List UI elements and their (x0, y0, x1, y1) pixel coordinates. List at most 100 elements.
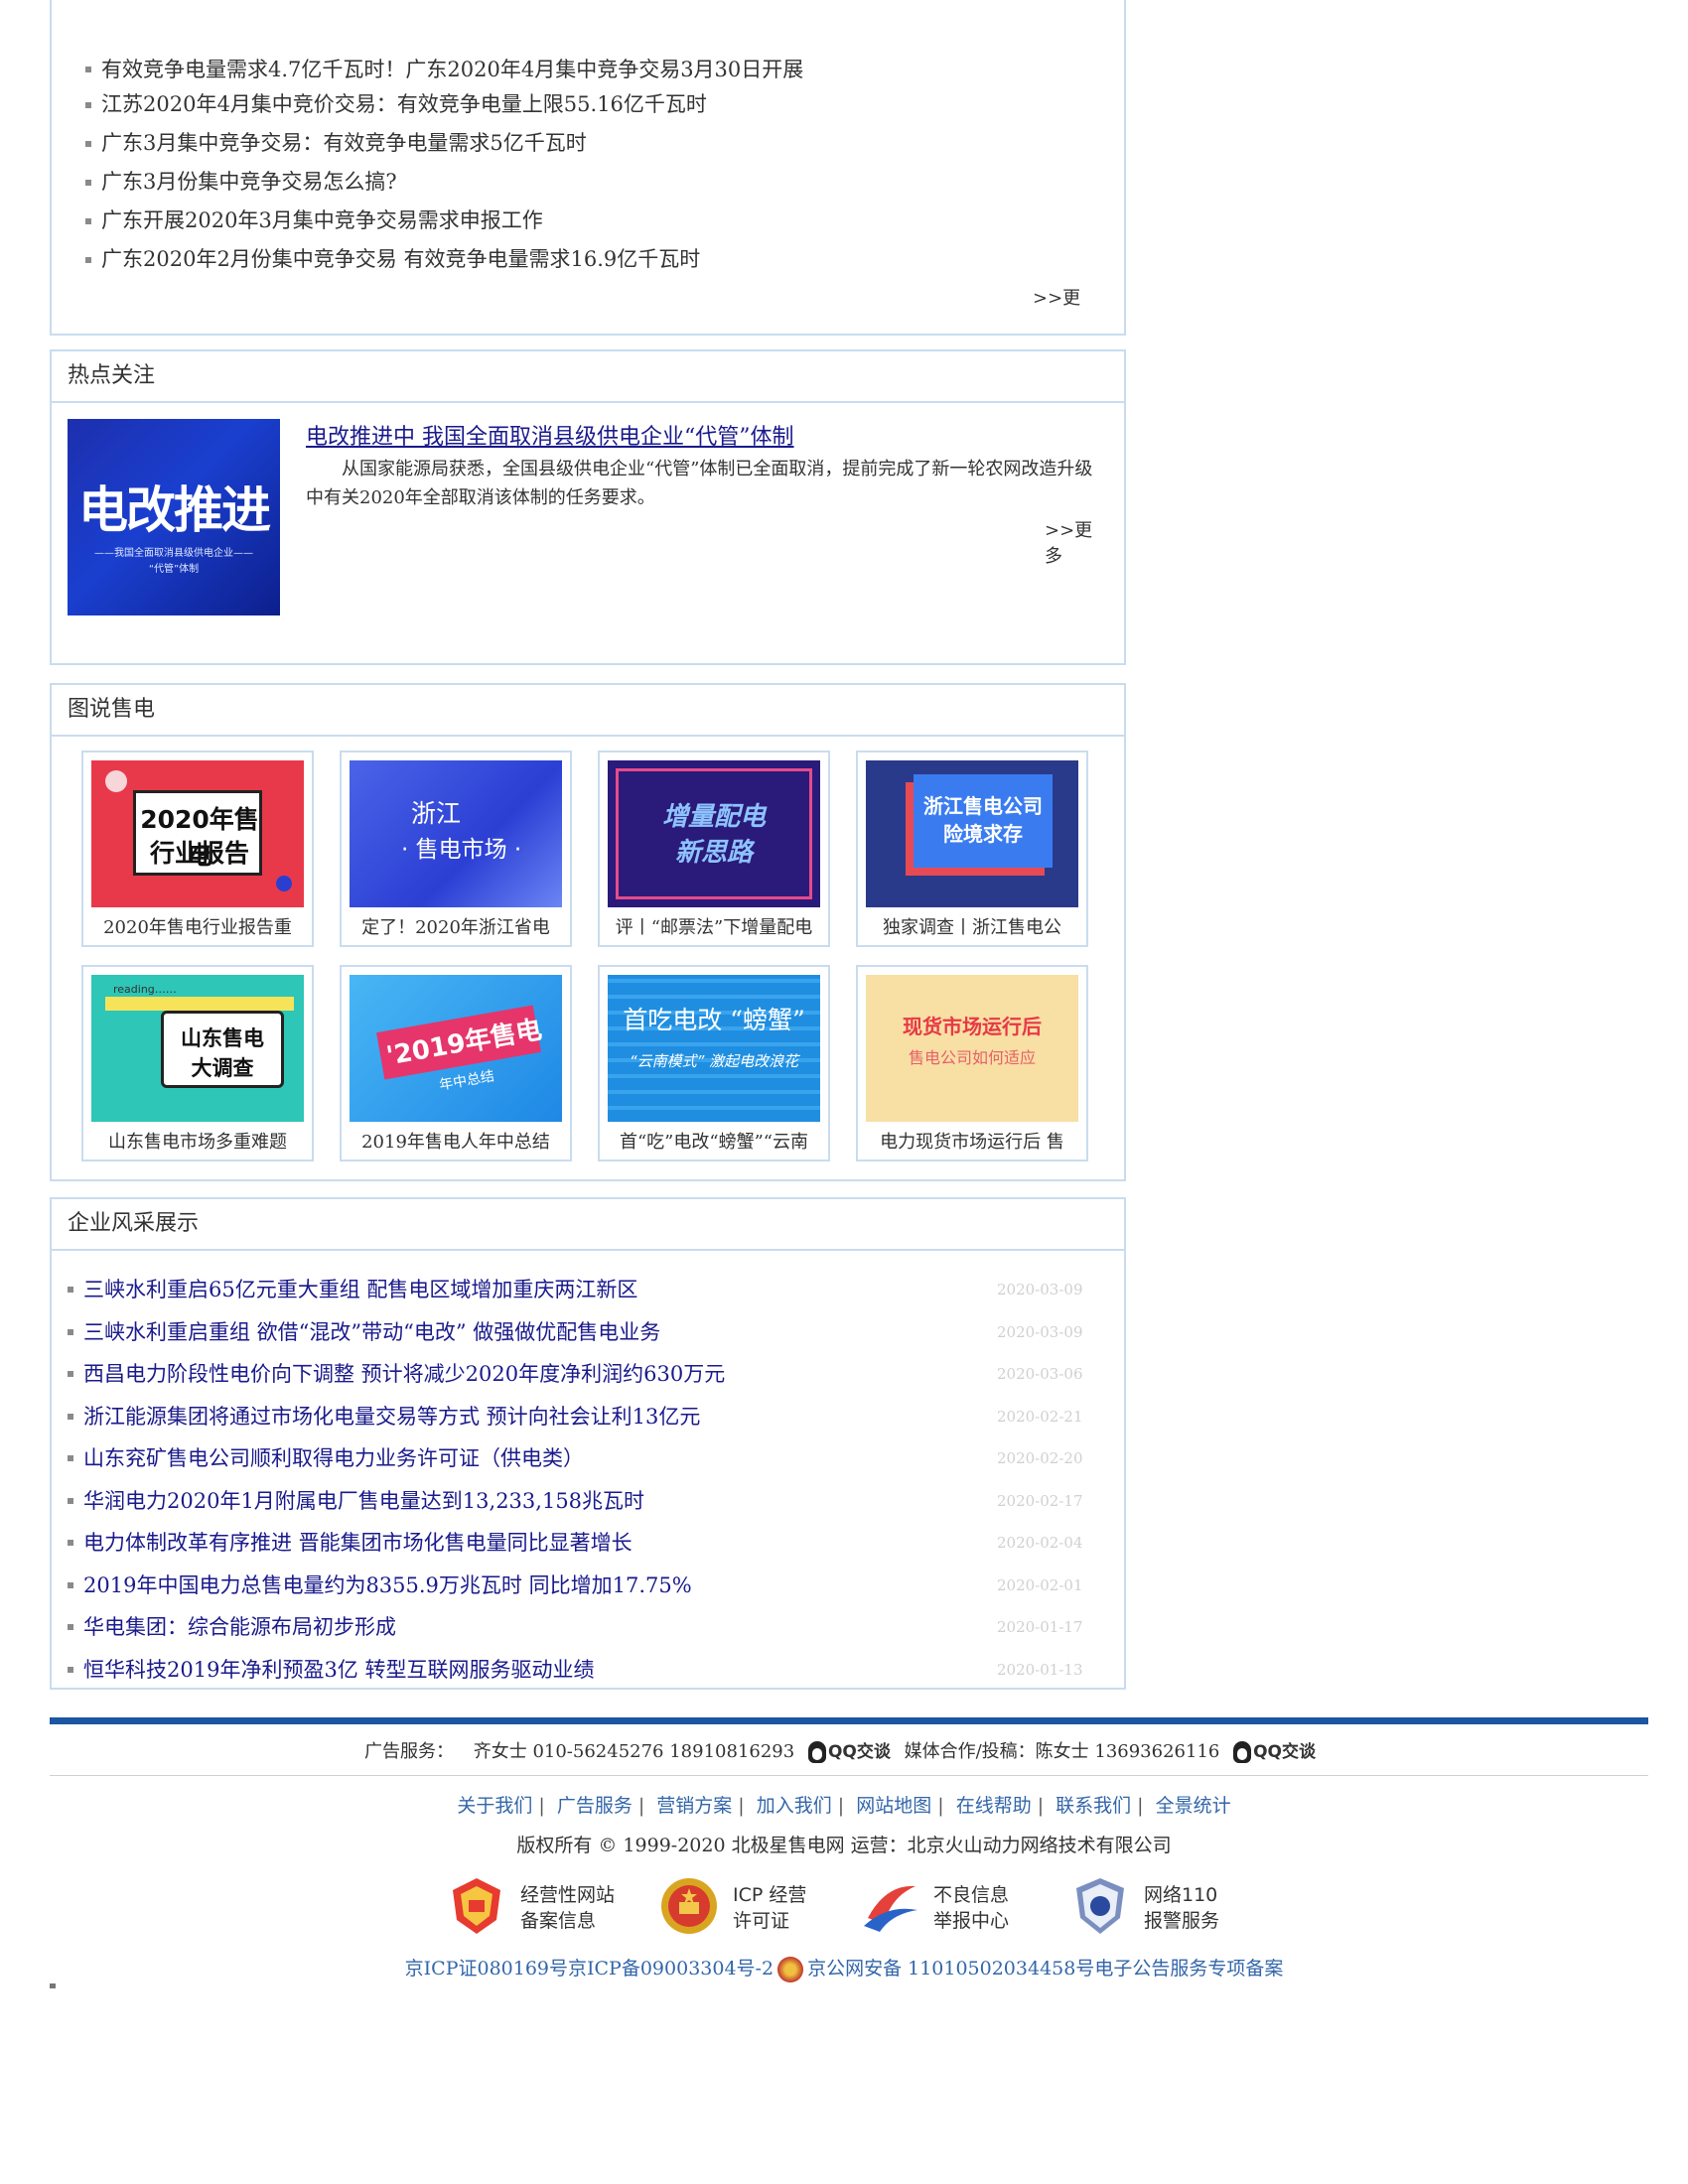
badge-text: 网络110 (1144, 1884, 1218, 1906)
list-item[interactable]: 江苏2020年4月集中竞价交易：有效竞争电量上限55.16亿千瓦时 (81, 85, 803, 124)
news-date: 2020-01-17 (997, 1618, 1083, 1636)
news-title[interactable]: 浙江能源集团将通过市场化电量交易等方式 预计向社会让利13亿元 (83, 1405, 700, 1429)
image-text: 大调查 (191, 1056, 254, 1080)
gallery-caption[interactable]: 电力现货市场运行后 售 (858, 1130, 1086, 1156)
news-list-panel: 有效竞争电量需求4.7亿千瓦时！广东2020年4月集中竞争交易3月30日开展 江… (50, 0, 1126, 336)
footer-link-about[interactable]: 关于我们 (457, 1795, 532, 1817)
list-item[interactable]: 浙江能源集团将通过市场化电量交易等方式 预计向社会让利13亿元 2020-02-2… (66, 1396, 1108, 1438)
gallery-caption[interactable]: 2020年售电行业报告重 (83, 915, 312, 941)
gallery-item[interactable]: 首吃电改 “螃蟹” “云南模式” 激起电改浪花 首“吃”电改“螃蟹”“云南 (598, 965, 830, 1161)
more-link[interactable]: >>更多 (1045, 518, 1104, 570)
image-text: 增量配电 (661, 802, 766, 832)
hot-focus-title-link[interactable]: 电改推进中 我国全面取消县级供电企业“代管”体制 (306, 419, 794, 451)
footer-link-contact[interactable]: 联系我们 (1055, 1795, 1131, 1817)
list-item[interactable]: 电力体制改革有序推进 晋能集团市场化售电量同比显著增长 2020-02-04 (66, 1522, 1108, 1565)
badge-text: 不良信息 (933, 1884, 1010, 1906)
image-text: 电改推进 (78, 481, 271, 539)
icp-link[interactable]: 京ICP证080169号京ICP备09003304号-2 (405, 1958, 774, 1979)
news-title[interactable]: 电力体制改革有序推进 晋能集团市场化售电量同比显著增长 (83, 1531, 633, 1555)
ad-label: 广告服务： (364, 1741, 454, 1762)
list-item[interactable]: 广东3月集中竞争交易：有效竞争电量需求5亿千瓦时 (81, 124, 803, 163)
decorative-mark (50, 1983, 56, 1988)
badge-text: 许可证 (733, 1910, 790, 1932)
ad-contact: 齐女士 010-56245276 18910816293 (473, 1741, 795, 1762)
gallery-item[interactable]: 浙江 · 售电市场 · 定了！2020年浙江省电 (340, 751, 572, 947)
news-title[interactable]: 三峡水利重启重组 欲借“混改”带动“电改” 做强做优配售电业务 (83, 1320, 660, 1344)
list-item[interactable]: 华润电力2020年1月附属电厂售电量达到13,233,158兆瓦时 2020-02… (66, 1480, 1108, 1523)
image-text: reading…… (113, 983, 177, 996)
image-text: “云南模式” 激起电改浪花 (629, 1052, 799, 1070)
section-heading: 热点关注 (52, 351, 1124, 403)
news-title[interactable]: 华润电力2020年1月附属电厂售电量达到13,233,158兆瓦时 (83, 1489, 644, 1513)
gallery-caption[interactable]: 独家调查丨浙江售电公 (858, 915, 1086, 941)
list-item[interactable]: 山东兖矿售电公司顺利取得电力业务许可证（供电类） 2020-02-20 (66, 1437, 1108, 1480)
qq-penguin-icon (1233, 1741, 1252, 1763)
footer-link-ads[interactable]: 广告服务 (557, 1795, 633, 1817)
list-item[interactable]: 广东开展2020年3月集中竞争交易需求申报工作 (81, 202, 803, 240)
gallery-caption[interactable]: 2019年售电人年中总结 (342, 1130, 570, 1156)
news-list: 有效竞争电量需求4.7亿千瓦时！广东2020年4月集中竞争交易3月30日开展 江… (81, 58, 803, 279)
list-item[interactable]: 三峡水利重启重组 欲借“混改”带动“电改” 做强做优配售电业务 2020-03-0… (66, 1311, 1108, 1354)
news-date: 2020-02-20 (997, 1449, 1083, 1467)
news-date: 2020-03-06 (997, 1365, 1083, 1383)
gallery-caption[interactable]: 山东售电市场多重难题 (83, 1130, 312, 1156)
news-title[interactable]: 2019年中国电力总售电量约为8355.9万兆瓦时 同比增加17.75% (83, 1573, 692, 1597)
footer-separator (50, 1775, 1648, 1776)
footer-link-stats[interactable]: 全景统计 (1156, 1795, 1231, 1817)
image-text: 行业报告 (149, 839, 249, 868)
copyright: 版权所有 © 1999-2020 北极星售电网 运营：北京火山动力网络技术有限公… (516, 1835, 1172, 1856)
footer-link-join[interactable]: 加入我们 (757, 1795, 832, 1817)
gallery-caption[interactable]: 定了！2020年浙江省电 (342, 915, 570, 941)
section-heading: 企业风采展示 (52, 1199, 1124, 1251)
qq-label: QQ交谈 (827, 1742, 891, 1762)
hot-focus-image[interactable]: 电改推进 ——我国全面取消县级供电企业—— “代管”体制 (68, 419, 280, 615)
image-text: · 售电市场 · (401, 837, 522, 863)
image-text: 首吃电改 “螃蟹” (623, 1006, 805, 1034)
qq-chat-button[interactable]: QQ交谈 (1233, 1737, 1316, 1767)
image-text: 现货市场运行后 (903, 1015, 1042, 1038)
list-item[interactable]: 恒华科技2019年净利预盈3亿 转型互联网服务驱动业绩 2020-01-13 (66, 1649, 1108, 1692)
badge-text: 报警服务 (1144, 1910, 1220, 1932)
list-item[interactable]: 广东2020年2月份集中竞争交易 有效竞争电量需求16.9亿千瓦时 (81, 240, 803, 279)
list-item[interactable]: 2019年中国电力总售电量约为8355.9万兆瓦时 同比增加17.75% 2020… (66, 1565, 1108, 1607)
news-title[interactable]: 山东兖矿售电公司顺利取得电力业务许可证（供电类） (83, 1446, 584, 1470)
news-title[interactable]: 恒华科技2019年净利预盈3亿 转型互联网服务驱动业绩 (83, 1658, 594, 1682)
gallery-item[interactable]: 现货市场运行后 售电公司如何适应 电力现货市场运行后 售 (856, 965, 1088, 1161)
news-title[interactable]: 三峡水利重启65亿元重大重组 配售电区域增加重庆两江新区 (83, 1278, 637, 1301)
gallery-item[interactable]: 2020年售电 行业报告 2020年售电行业报告重 (81, 751, 314, 947)
image-text: 浙江售电公司 (923, 794, 1043, 818)
national-emblem-icon (661, 1878, 717, 1934)
gallery-item[interactable]: 增量配电 新思路 评丨“邮票法”下增量配电 (598, 751, 830, 947)
gallery-item[interactable]: '2019年售电 年中总结 2019年售电人年中总结 (340, 965, 572, 1161)
hot-focus-panel: 热点关注 电改推进 ——我国全面取消县级供电企业—— “代管”体制 电改推进中 … (50, 349, 1126, 665)
corporate-news-list: 三峡水利重启65亿元重大重组 配售电区域增加重庆两江新区 2020-03-09 三… (66, 1269, 1108, 1691)
gallery-caption[interactable]: 评丨“邮票法”下增量配电 (600, 915, 828, 941)
list-item[interactable]: 西昌电力阶段性电价向下调整 预计将减少2020年度净利润约630万元 2020-0… (66, 1353, 1108, 1396)
gallery-caption[interactable]: 首“吃”电改“螃蟹”“云南 (600, 1130, 828, 1156)
qq-chat-button[interactable]: QQ交谈 (807, 1737, 891, 1767)
list-item[interactable]: 广东3月份集中竞争交易怎么搞? (81, 163, 803, 202)
list-item[interactable]: 三峡水利重启65亿元重大重组 配售电区域增加重庆两江新区 2020-03-09 (66, 1269, 1108, 1311)
section-heading: 图说售电 (52, 685, 1124, 737)
gongan-link[interactable]: 京公网安备 11010502034458号电子公告服务专项备案 (807, 1958, 1283, 1979)
list-item[interactable]: 有效竞争电量需求4.7亿千瓦时！广东2020年4月集中竞争交易3月30日开展 (81, 54, 803, 85)
image-text: 新思路 (674, 838, 753, 868)
gallery-item[interactable]: 浙江售电公司 险境求存 独家调查丨浙江售电公 (856, 751, 1088, 947)
image-text: 山东售电 (181, 1026, 264, 1050)
badge-text: 举报中心 (933, 1910, 1010, 1932)
news-title[interactable]: 华电集团：综合能源布局初步形成 (83, 1615, 396, 1639)
footer-link-sitemap[interactable]: 网站地图 (856, 1795, 931, 1817)
list-item[interactable]: 华电集团：综合能源布局初步形成 2020-01-17 (66, 1606, 1108, 1649)
news-date: 2020-02-01 (997, 1575, 1083, 1594)
badge-text: 经营性网站 (520, 1884, 616, 1906)
shield-badge-icon (453, 1878, 500, 1934)
image-text: 售电公司如何适应 (908, 1048, 1036, 1067)
footer-link-help[interactable]: 在线帮助 (956, 1795, 1032, 1817)
more-link[interactable]: >>更 (1033, 284, 1080, 310)
qq-penguin-icon (807, 1741, 826, 1763)
footer-link-marketing[interactable]: 营销方案 (656, 1795, 732, 1817)
news-date: 2020-02-17 (997, 1491, 1083, 1510)
gallery-item[interactable]: reading…… 山东售电 大调查 山东售电市场多重难题 (81, 965, 314, 1161)
image-subtext: “代管”体制 (148, 564, 200, 575)
news-title[interactable]: 西昌电力阶段性电价向下调整 预计将减少2020年度净利润约630万元 (83, 1362, 725, 1386)
